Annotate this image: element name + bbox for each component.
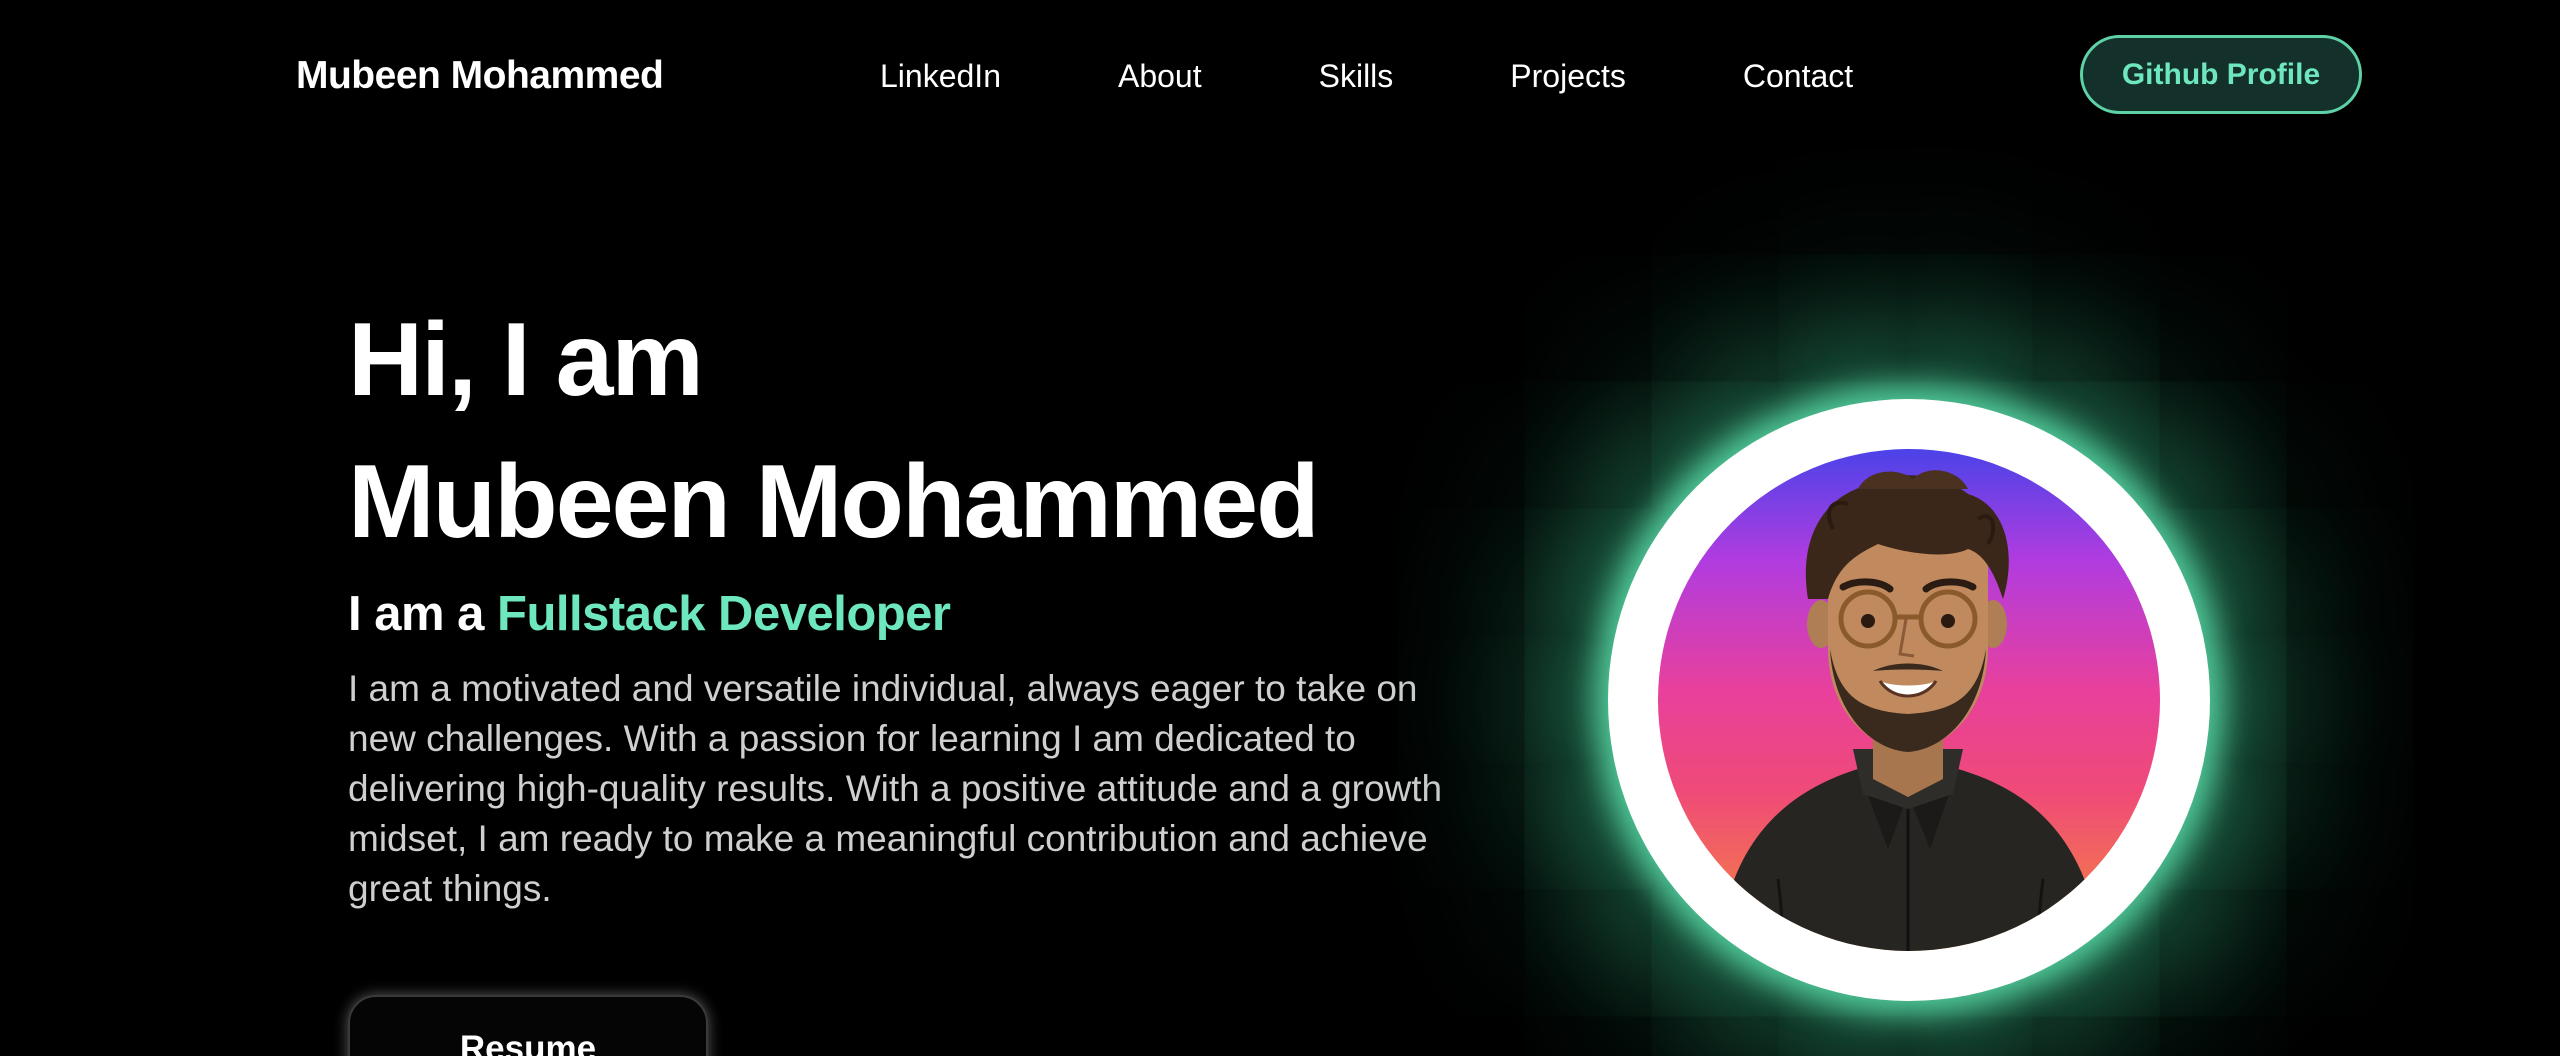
role-highlight: Fullstack Developer <box>497 587 951 641</box>
nav-link-projects[interactable]: Projects <box>1510 50 1626 102</box>
top-navbar: Mubeen Mohammed LinkedIn About Skills Pr… <box>0 0 2560 152</box>
brand-name[interactable]: Mubeen Mohammed <box>296 50 664 102</box>
hero-name: Mubeen Mohammed <box>348 444 1320 560</box>
developer-portrait-icon <box>1718 470 2103 951</box>
hero-description: I am a motivated and versatile individua… <box>348 668 1443 909</box>
hero-greeting: Hi, I am <box>348 302 704 418</box>
nav-link-linkedin[interactable]: LinkedIn <box>880 50 1001 102</box>
nav-link-skills[interactable]: Skills <box>1319 50 1394 102</box>
github-profile-button[interactable]: Github Profile <box>2080 35 2362 114</box>
nav-link-about[interactable]: About <box>1118 50 1202 102</box>
avatar <box>1658 449 2160 951</box>
resume-button[interactable]: Resume <box>348 995 708 1056</box>
hero-role: I am a Fullstack Developer <box>348 582 951 646</box>
portfolio-page: Mubeen Mohammed LinkedIn About Skills Pr… <box>0 0 2560 1056</box>
avatar-ring <box>1608 399 2210 1001</box>
nav-link-contact[interactable]: Contact <box>1743 50 1853 102</box>
nav-links: LinkedIn About Skills Projects Contact <box>880 50 1853 102</box>
role-prefix: I am a <box>348 587 498 641</box>
